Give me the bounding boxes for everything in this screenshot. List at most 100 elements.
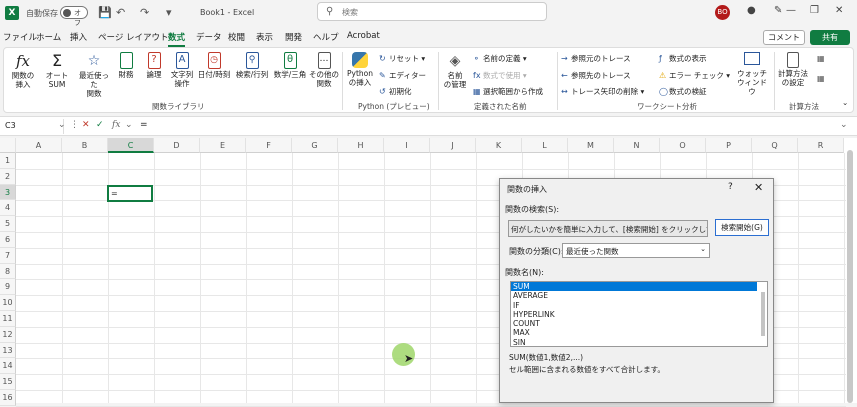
tab-review[interactable]: 校閲 [228, 31, 245, 43]
function-search-input[interactable]: 何がしたいかを簡単に入力して、[検索開始] をクリックしてください。 [508, 220, 708, 237]
watch-window-button[interactable]: ウォッチ ウィンドウ [737, 52, 767, 96]
list-item[interactable]: SUM [511, 282, 757, 292]
row-header[interactable]: 6 [0, 232, 16, 248]
column-header[interactable]: G [292, 138, 338, 153]
column-header[interactable]: Q [752, 138, 798, 153]
pen-icon[interactable]: ✎ [774, 5, 782, 16]
tab-insert[interactable]: 挿入 [70, 31, 87, 43]
autosave-toggle[interactable]: オフ [60, 6, 88, 27]
close-icon[interactable]: ✕ [835, 5, 843, 16]
column-header[interactable]: L [522, 138, 568, 153]
name-box[interactable]: C3 [2, 119, 64, 134]
row-header[interactable]: 8 [0, 263, 16, 280]
list-item[interactable]: COUNT [511, 319, 767, 328]
tab-home[interactable]: ホーム [36, 31, 61, 43]
column-header[interactable]: N [614, 138, 660, 153]
active-cell-c3[interactable]: = [107, 185, 153, 202]
calc-sheet-button[interactable]: ▦ [817, 74, 827, 83]
tab-formulas[interactable]: 数式 [168, 31, 186, 47]
column-header[interactable]: M [568, 138, 614, 153]
tab-data[interactable]: データ [196, 31, 222, 43]
row-header[interactable]: 14 [0, 358, 16, 375]
expand-formula-icon[interactable]: ⌄ [840, 120, 848, 130]
row-header[interactable]: 3 [0, 184, 16, 201]
tab-developer[interactable]: 開発 [285, 31, 302, 43]
list-item[interactable]: HYPERLINK [511, 310, 767, 319]
row-header[interactable]: 12 [0, 326, 16, 343]
datetime-button[interactable]: ◷ 日付/時刻 [196, 52, 232, 79]
column-header[interactable]: K [476, 138, 522, 153]
row-header[interactable]: 1 [0, 153, 16, 169]
search-start-button[interactable]: 検索開始(G) [715, 219, 769, 236]
trace-dependents-button[interactable]: ← 参照先のトレース [561, 70, 631, 81]
select-all-corner[interactable] [0, 138, 16, 153]
column-header[interactable]: R [798, 138, 844, 153]
list-item[interactable]: AVERAGE [511, 291, 767, 300]
minimize-icon[interactable]: — [786, 5, 796, 16]
redo-icon[interactable]: ↷ [140, 6, 149, 19]
row-header[interactable]: 13 [0, 342, 16, 359]
save-icon[interactable]: 💾 [98, 6, 112, 19]
calc-now-button[interactable]: ▦ [817, 54, 827, 63]
help-icon[interactable]: ? [728, 182, 733, 192]
list-item[interactable]: SIN [511, 338, 767, 346]
tab-acrobat[interactable]: Acrobat [347, 31, 380, 41]
create-from-selection-button[interactable]: ▦ 選択範囲から作成 [473, 86, 543, 97]
column-header[interactable]: C [108, 138, 154, 153]
row-header[interactable]: 16 [0, 390, 16, 406]
column-header[interactable]: E [200, 138, 246, 153]
financial-button[interactable]: 財務 [114, 52, 138, 79]
formula-input[interactable]: = [140, 120, 148, 130]
vertical-scrollbar[interactable] [847, 150, 853, 403]
column-header[interactable]: I [384, 138, 430, 153]
use-in-formula-button[interactable]: fx 数式で使用 ▾ [473, 70, 527, 81]
error-check-button[interactable]: ⚠ エラー チェック ▾ [659, 70, 730, 81]
insert-function-icon[interactable]: fx [112, 120, 120, 130]
more-functions-button[interactable]: … その他の 関数 [308, 52, 340, 88]
search-input[interactable]: ⚲ 検索 [317, 2, 547, 21]
avatar[interactable]: BO [715, 5, 730, 20]
namebox-dropdown-icon[interactable]: ⌄ [58, 120, 66, 130]
row-header[interactable]: 15 [0, 374, 16, 390]
cancel-icon[interactable]: ✕ [82, 120, 90, 130]
row-header[interactable]: 7 [0, 247, 16, 264]
lookup-button[interactable]: ⚲ 検索/行列 [234, 52, 270, 79]
customize-icon[interactable]: ▾ [166, 6, 172, 19]
column-header[interactable]: D [154, 138, 200, 153]
column-header[interactable]: H [338, 138, 384, 153]
autosum-button[interactable]: Σ オート SUM [42, 52, 72, 90]
dialog-close-icon[interactable]: ✕ [754, 181, 763, 194]
text-functions-button[interactable]: A 文字列 操作 [168, 52, 196, 88]
define-name-button[interactable]: ⚬ 名前の定義 ▾ [473, 53, 527, 64]
logical-button[interactable]: ? 論理 [142, 52, 166, 79]
restore-icon[interactable]: ❐ [810, 5, 819, 16]
remove-arrows-button[interactable]: ↔ トレース矢印の削除 ▾ [561, 86, 644, 97]
column-header[interactable]: B [62, 138, 108, 153]
row-header[interactable]: 5 [0, 216, 16, 232]
enter-icon[interactable]: ✓ [96, 120, 104, 130]
fx-dropdown-icon[interactable]: ⌄ [125, 120, 133, 130]
column-header[interactable]: F [246, 138, 292, 153]
undo-icon[interactable]: ↶ [116, 6, 125, 19]
tab-help[interactable]: ヘルプ [313, 31, 339, 43]
list-item[interactable]: MAX [511, 328, 767, 337]
recent-functions-button[interactable]: ☆ 最近使った 関数 [76, 52, 112, 98]
trace-precedents-button[interactable]: → 参照元のトレース [561, 53, 631, 64]
calc-options-button[interactable]: 計算方法 の設定 [776, 52, 810, 87]
column-header[interactable]: A [16, 138, 62, 153]
row-header[interactable]: 11 [0, 311, 16, 327]
math-button[interactable]: θ 数学/三角 [272, 52, 308, 79]
show-formulas-button[interactable]: ƒ 数式の表示 [659, 53, 707, 64]
column-header[interactable]: O [660, 138, 706, 153]
insert-python-button[interactable]: Python の挿入 [344, 52, 376, 87]
share-button[interactable]: 共有 [810, 30, 850, 45]
evaluate-formula-button[interactable]: ◯数式の検証 [659, 86, 707, 97]
row-header[interactable]: 2 [0, 168, 16, 185]
tab-file[interactable]: ファイル [3, 31, 37, 43]
python-editor-button[interactable]: ✎ エディター [379, 70, 426, 81]
row-header[interactable]: 10 [0, 295, 16, 311]
list-item[interactable]: IF [511, 301, 767, 310]
tab-view[interactable]: 表示 [256, 31, 273, 43]
column-header[interactable]: J [430, 138, 476, 153]
row-header[interactable]: 9 [0, 279, 16, 296]
